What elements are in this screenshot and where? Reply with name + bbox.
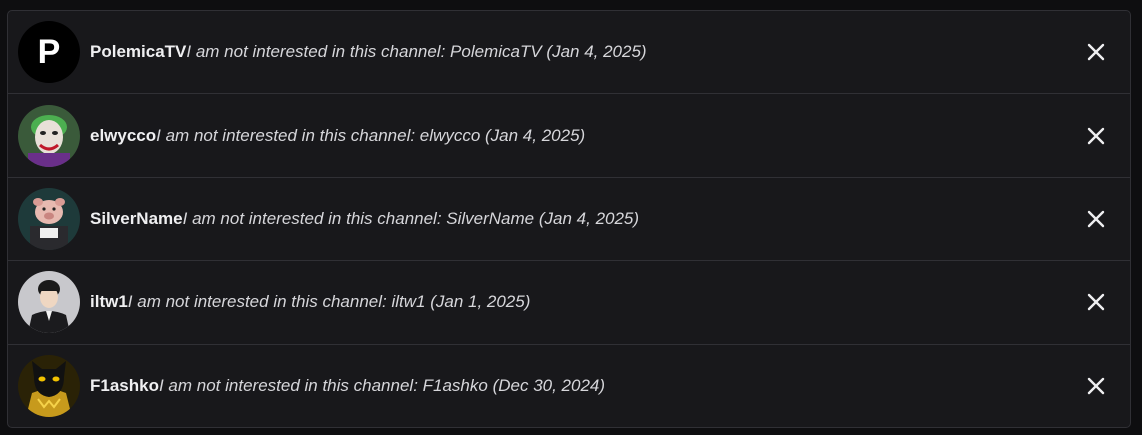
date-text: (Jan 4, 2025) bbox=[546, 42, 647, 62]
date-text: (Jan 4, 2025) bbox=[538, 208, 640, 228]
date-text: (Dec 30, 2024) bbox=[492, 376, 606, 396]
not-interested-list: P PolemicaTVI am not interested in this … bbox=[7, 10, 1131, 428]
channel-name[interactable]: SilverName bbox=[90, 209, 183, 228]
joker-avatar-icon bbox=[18, 104, 80, 167]
remove-button[interactable] bbox=[1084, 40, 1108, 64]
list-item-text: iltw1I am not interested in this channel… bbox=[90, 292, 530, 312]
reason-text: I am not interested in this channel: Sil… bbox=[182, 208, 535, 228]
list-item-text: F1ashkoI am not interested in this chann… bbox=[90, 376, 605, 396]
channel-name[interactable]: PolemicaTV bbox=[90, 42, 186, 61]
black-cat-avatar-icon bbox=[18, 355, 80, 418]
avatar[interactable] bbox=[18, 355, 80, 418]
date-text: (Jan 4, 2025) bbox=[485, 125, 586, 145]
avatar[interactable]: P bbox=[18, 21, 80, 84]
avatar[interactable] bbox=[18, 271, 80, 334]
remove-button[interactable] bbox=[1084, 207, 1108, 231]
reason-text: I am not interested in this channel: Pol… bbox=[186, 42, 542, 62]
avatar[interactable] bbox=[18, 187, 80, 250]
close-icon bbox=[1087, 43, 1105, 61]
channel-name[interactable]: elwycco bbox=[90, 126, 156, 145]
list-item: SilverNameI am not interested in this ch… bbox=[8, 178, 1130, 262]
date-text: (Jan 1, 2025) bbox=[430, 292, 531, 312]
person-avatar-icon bbox=[18, 271, 80, 334]
close-icon bbox=[1087, 294, 1105, 311]
close-icon bbox=[1087, 127, 1105, 144]
channel-name[interactable]: F1ashko bbox=[90, 376, 159, 395]
list-item-text: elwyccoI am not interested in this chann… bbox=[90, 126, 585, 146]
avatar[interactable] bbox=[18, 104, 80, 167]
remove-button[interactable] bbox=[1084, 290, 1108, 314]
avatar-letter: P bbox=[38, 33, 61, 71]
channel-name[interactable]: iltw1 bbox=[90, 292, 128, 311]
list-item: elwyccoI am not interested in this chann… bbox=[8, 94, 1130, 178]
list-item: P PolemicaTVI am not interested in this … bbox=[8, 11, 1130, 95]
remove-button[interactable] bbox=[1084, 124, 1108, 148]
list-item: iltw1I am not interested in this channel… bbox=[8, 261, 1130, 345]
list-item-text: PolemicaTVI am not interested in this ch… bbox=[90, 42, 647, 62]
reason-text: I am not interested in this channel: F1a… bbox=[158, 376, 488, 396]
close-icon bbox=[1087, 378, 1105, 395]
letter-p-avatar-icon: P bbox=[18, 21, 80, 84]
list-item-text: SilverNameI am not interested in this ch… bbox=[90, 209, 639, 229]
pig-avatar-icon bbox=[18, 187, 80, 250]
reason-text: I am not interested in this channel: ilt… bbox=[127, 292, 426, 312]
reason-text: I am not interested in this channel: elw… bbox=[156, 125, 481, 145]
close-icon bbox=[1087, 210, 1105, 228]
remove-button[interactable] bbox=[1084, 374, 1108, 398]
list-item: F1ashkoI am not interested in this chann… bbox=[8, 345, 1130, 427]
